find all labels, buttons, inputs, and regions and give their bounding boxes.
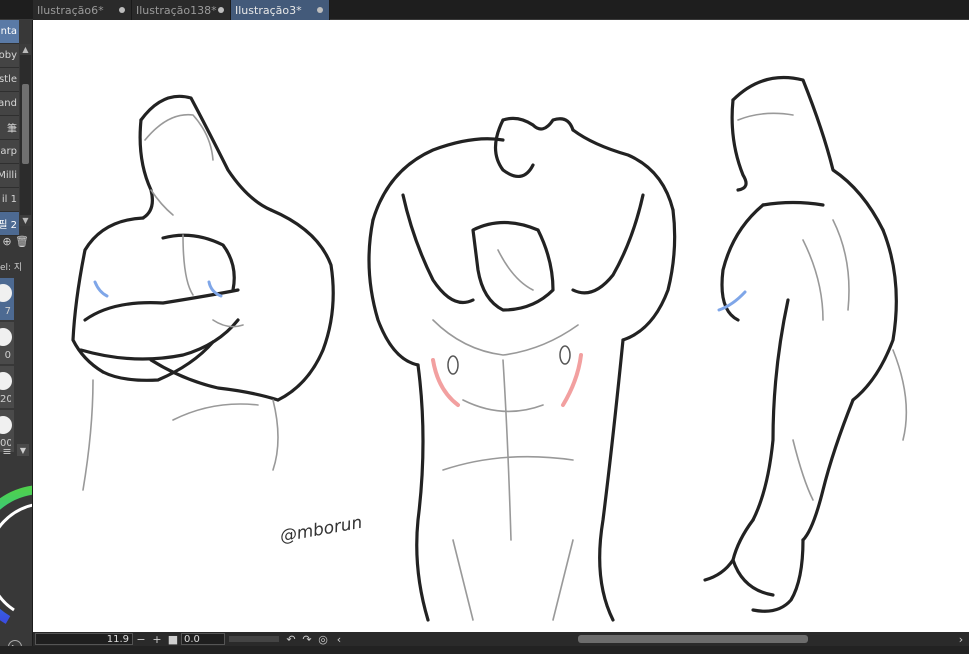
red-shadow-left — [431, 358, 460, 407]
brush-size-preset[interactable]: 20 — [0, 366, 14, 408]
chevron-left-icon[interactable]: ‹ — [331, 633, 347, 646]
blue-shadow-left-1 — [93, 280, 109, 298]
color-wheel-icon[interactable] — [0, 470, 33, 640]
tab-ilustracao138[interactable]: Ilustração138* — [132, 0, 231, 20]
zoom-out-button[interactable]: − — [133, 633, 149, 646]
fit-view-icon[interactable]: ■ — [165, 633, 181, 646]
brush-item[interactable]: and — [0, 92, 19, 116]
zoom-value: 11.9 — [106, 633, 129, 645]
brush-item[interactable]: Milli — [0, 164, 19, 188]
brush-size-value: 20 — [0, 394, 11, 405]
scroll-thumb[interactable] — [22, 84, 29, 164]
unsaved-dot-icon — [218, 7, 224, 13]
brush-item-label: oby — [0, 50, 17, 61]
brush-item-label: Tinta — [0, 26, 17, 37]
red-shadow-right — [561, 353, 583, 407]
chevron-right-icon[interactable]: › — [953, 633, 969, 646]
panel-menu-icon[interactable]: ≡ — [0, 444, 14, 458]
brush-list-scrollbar[interactable]: ▲ ▼ — [20, 44, 31, 226]
tab-label: Ilustração138* — [136, 3, 217, 17]
brush-item[interactable]: 筆 — [0, 116, 19, 140]
brush-size-header: el: 지 — [0, 263, 23, 273]
brush-size-dot-icon — [0, 416, 12, 434]
brush-size-value: 0 — [4, 350, 11, 361]
brush-size-value: 7 — [4, 306, 11, 317]
document-tab-bar: Ilustração6* Ilustração138* Ilustração3* — [0, 0, 969, 20]
trash-icon[interactable]: 🗑 — [15, 234, 29, 248]
scroll-down-icon[interactable]: ▼ — [20, 215, 31, 226]
brush-item-label: Milli — [0, 170, 17, 181]
figure-arms-overhead-construction — [432, 249, 579, 621]
brush-item-label: 筆 — [7, 124, 17, 135]
horizontal-scroll-thumb[interactable] — [578, 635, 808, 643]
figure-crossed-arms-construction — [82, 113, 279, 491]
brush-size-dot-icon — [0, 328, 12, 346]
rotate-left-icon[interactable]: ↶ — [283, 633, 299, 646]
brush-size-preset-selected[interactable]: 7 — [0, 278, 14, 320]
figure-crossed-arms — [71, 94, 335, 402]
brush-size-dot-icon — [0, 372, 12, 390]
tab-bar-spacer — [0, 0, 33, 19]
sketch-artwork: @mborun — [71, 75, 908, 622]
unsaved-dot-icon — [317, 7, 323, 13]
angle-value: 0.0 — [184, 633, 200, 645]
canvas-bottom-toolbar: 11.9 − + ■ 0.0 ↶ ↷ ◎ ‹ › — [33, 632, 969, 646]
scroll-up-icon[interactable]: ▲ — [20, 44, 31, 55]
brush-size-dot-icon — [0, 284, 12, 302]
rotation-slider[interactable] — [229, 636, 279, 642]
rotation-angle-field[interactable]: 0.0 — [181, 633, 225, 645]
unsaved-dot-icon — [119, 7, 125, 13]
brush-item-label: stle — [0, 74, 17, 85]
add-icon[interactable]: ⊕ — [0, 234, 14, 248]
tab-ilustracao6[interactable]: Ilustração6* — [33, 0, 132, 20]
brush-item[interactable]: stle — [0, 68, 19, 92]
brush-item-label: il 1 — [1, 194, 17, 205]
reset-rotation-icon[interactable]: ◎ — [315, 633, 331, 646]
chevron-down-icon[interactable]: ▼ — [17, 444, 29, 456]
drawing-canvas[interactable]: @mborun — [33, 20, 969, 632]
brush-item-label: arp — [0, 146, 17, 157]
tab-label: Ilustração6* — [37, 3, 104, 17]
brush-size-preset[interactable]: 0 — [0, 322, 14, 364]
sub-tool-panel: Tinta oby stle and 筆 arp Milli il 1 필 2 … — [0, 20, 33, 654]
zoom-in-button[interactable]: + — [149, 633, 165, 646]
brush-item-label: and — [0, 98, 17, 109]
tab-label: Ilustração3* — [235, 3, 302, 17]
status-bar — [0, 646, 969, 654]
nipple-left — [447, 355, 459, 375]
brush-item[interactable]: oby — [0, 44, 19, 68]
tab-ilustracao3[interactable]: Ilustração3* — [231, 0, 330, 20]
figure-arms-overhead — [367, 116, 677, 622]
brush-item[interactable]: il 1 — [0, 188, 19, 212]
rotate-right-icon[interactable]: ↷ — [299, 633, 315, 646]
brush-item-selected[interactable]: 필 2 — [0, 212, 19, 236]
figure-side-view-construction — [737, 112, 908, 501]
figure-side-view — [703, 75, 898, 613]
brush-item[interactable]: arp — [0, 140, 19, 164]
brush-item-tinta[interactable]: Tinta — [0, 20, 19, 44]
nipple-right — [559, 345, 571, 365]
zoom-level-field[interactable]: 11.9 — [35, 633, 133, 645]
brush-item-label: 필 2 — [0, 220, 17, 231]
artist-signature: @mborun — [278, 513, 364, 547]
